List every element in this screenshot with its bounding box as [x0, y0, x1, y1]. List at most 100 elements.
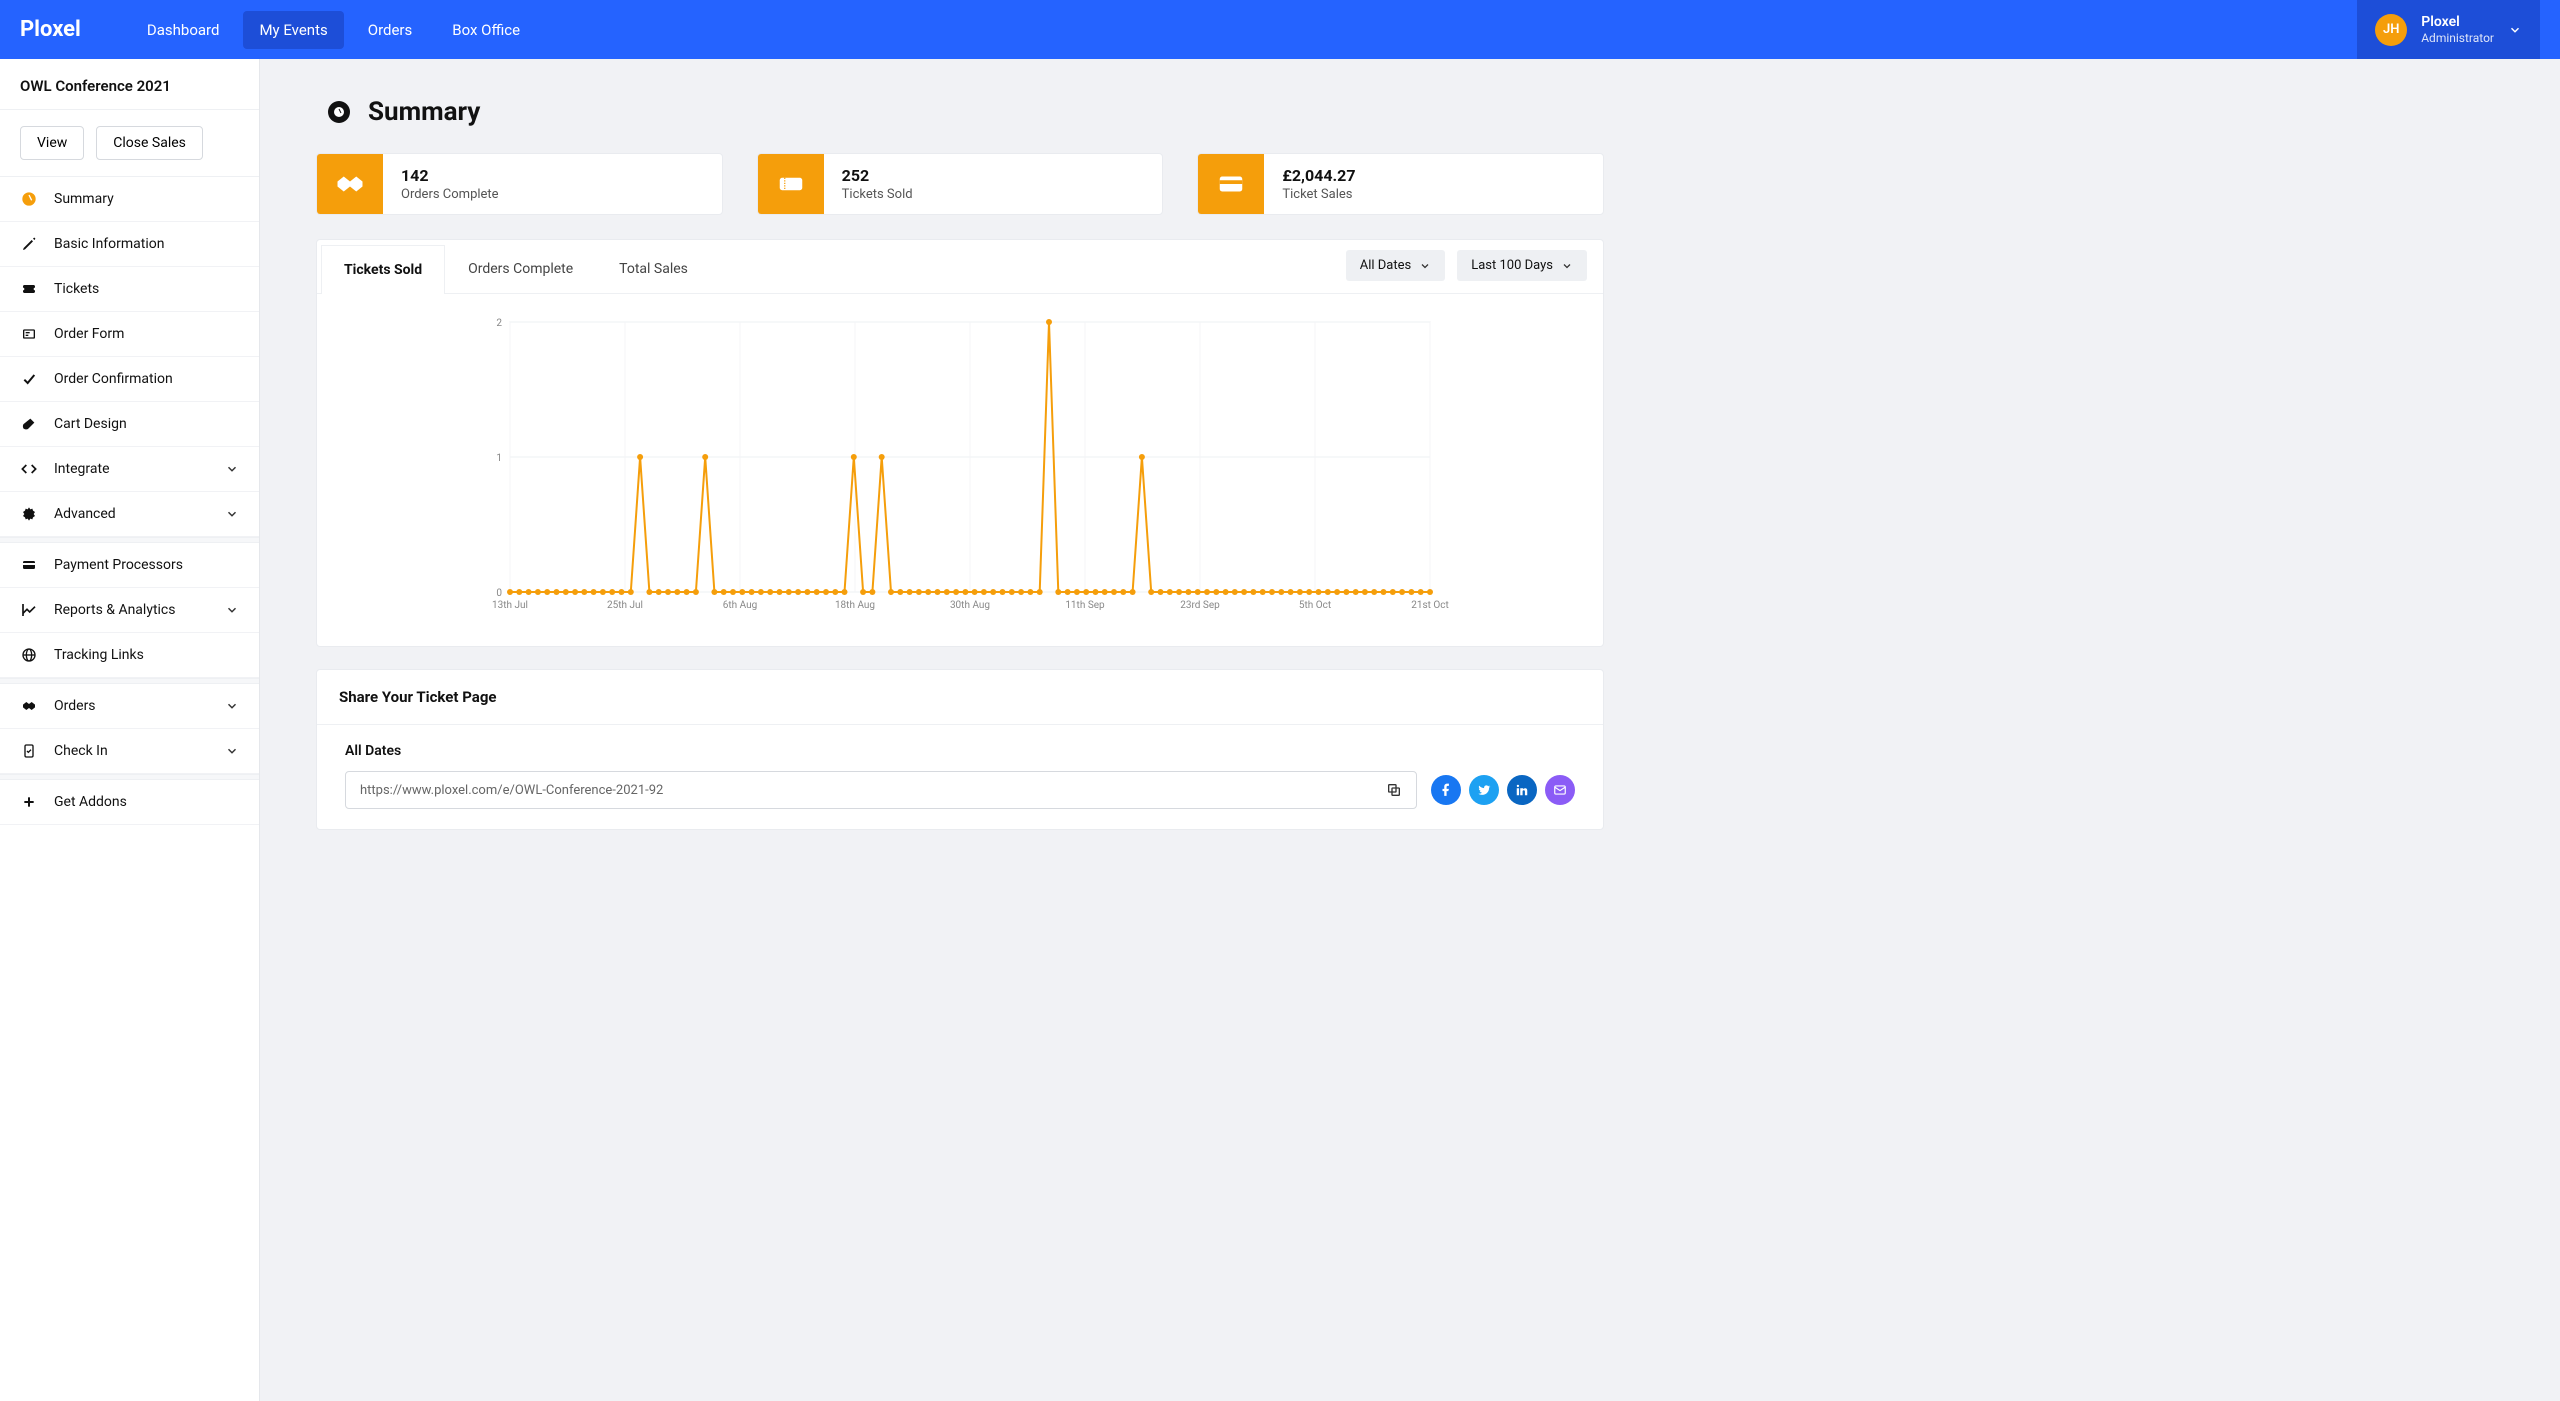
svg-text:18th Aug: 18th Aug: [835, 600, 875, 611]
share-row: https://www.ploxel.com/e/OWL-Conference-…: [345, 771, 1575, 809]
main-content: Summary 142 Orders Complete 252 Tickets Sol…: [260, 59, 1660, 1401]
stat-value: 142: [401, 166, 499, 185]
svg-text:25th Jul: 25th Jul: [607, 600, 643, 611]
sidebar-item-get-addons[interactable]: Get Addons: [0, 780, 259, 825]
svg-text:11th Sep: 11th Sep: [1065, 600, 1105, 611]
sidebar-item-reports-analytics[interactable]: Reports & Analytics: [0, 588, 259, 633]
chart-tab-total-sales[interactable]: Total Sales: [596, 244, 711, 293]
stat-value: £2,044.27: [1282, 166, 1355, 185]
chart-icon: [20, 601, 38, 619]
sidebar-item-tickets[interactable]: Tickets: [0, 267, 259, 312]
globe-icon: [20, 646, 38, 664]
chevron-down-icon: [1561, 260, 1573, 272]
nav-item-my-events[interactable]: My Events: [243, 11, 343, 49]
share-panel: Share Your Ticket Page All Dates https:/…: [316, 669, 1604, 830]
sidebar-item-basic-information[interactable]: Basic Information: [0, 222, 259, 267]
view-button[interactable]: View: [20, 126, 84, 160]
sidebar-item-orders[interactable]: Orders: [0, 684, 259, 729]
sidebar-item-order-confirmation[interactable]: Order Confirmation: [0, 357, 259, 402]
sidebar-item-label: Tracking Links: [54, 647, 144, 663]
check-icon: [20, 370, 38, 388]
card-icon: [20, 556, 38, 574]
linkedin-share-button[interactable]: [1507, 775, 1537, 805]
ticket-url-input[interactable]: https://www.ploxel.com/e/OWL-Conference-…: [345, 771, 1417, 809]
chevron-down-icon: [225, 699, 239, 713]
svg-text:6th Aug: 6th Aug: [723, 600, 757, 611]
sidebar-item-summary[interactable]: Summary: [0, 177, 259, 222]
stat-label: Orders Complete: [401, 187, 499, 202]
topbar: Ploxel DashboardMy EventsOrdersBox Offic…: [0, 0, 2560, 59]
avatar: JH: [2375, 14, 2407, 46]
sidebar-item-payment-processors[interactable]: Payment Processors: [0, 543, 259, 588]
event-title: OWL Conference 2021: [0, 59, 259, 110]
sidebar-item-check-in[interactable]: Check In: [0, 729, 259, 774]
nav-item-box-office[interactable]: Box Office: [436, 11, 536, 49]
handshake-icon: [317, 154, 383, 214]
stat-value: 252: [842, 166, 913, 185]
handshake-icon: [20, 697, 38, 715]
svg-text:30th Aug: 30th Aug: [950, 600, 990, 611]
plus-icon: [20, 793, 38, 811]
sidebar-item-integrate[interactable]: Integrate: [0, 447, 259, 492]
chart-tab-orders-complete[interactable]: Orders Complete: [445, 244, 596, 293]
sidebar-item-label: Cart Design: [54, 416, 127, 432]
user-role: Administrator: [2421, 31, 2494, 45]
email-share-button[interactable]: [1545, 775, 1575, 805]
nav-item-dashboard[interactable]: Dashboard: [131, 11, 236, 49]
brand-logo[interactable]: Ploxel: [20, 17, 81, 42]
share-panel-title: Share Your Ticket Page: [317, 670, 1603, 725]
facebook-share-button[interactable]: [1431, 775, 1461, 805]
sidebar-item-label: Get Addons: [54, 794, 127, 810]
checkin-icon: [20, 742, 38, 760]
range-filter-label: Last 100 Days: [1471, 258, 1553, 273]
chevron-down-icon: [1419, 260, 1431, 272]
chart-tabs: Tickets SoldOrders CompleteTotal Sales A…: [317, 240, 1603, 294]
chevron-down-icon: [2508, 23, 2522, 37]
sidebar-button-row: View Close Sales: [0, 110, 259, 177]
chart-area: 0 1 2 13th Jul 25th Jul 6th Aug 18th Aug 30th A…: [317, 294, 1603, 646]
dashboard-icon: [328, 101, 350, 123]
primary-nav: DashboardMy EventsOrdersBox Office: [131, 11, 536, 49]
stat-label: Ticket Sales: [1282, 187, 1355, 202]
svg-text:2: 2: [496, 318, 502, 329]
chart-panel: Tickets SoldOrders CompleteTotal Sales A…: [316, 239, 1604, 647]
sidebar-item-label: Payment Processors: [54, 557, 183, 573]
sidebar-item-advanced[interactable]: Advanced: [0, 492, 259, 537]
svg-text:1: 1: [496, 453, 502, 464]
chevron-down-icon: [225, 462, 239, 476]
sidebar-item-tracking-links[interactable]: Tracking Links: [0, 633, 259, 678]
brush-icon: [20, 415, 38, 433]
sidebar-item-label: Summary: [54, 191, 114, 207]
sidebar-item-cart-design[interactable]: Cart Design: [0, 402, 259, 447]
ticket-icon: [20, 280, 38, 298]
sidebar-item-label: Reports & Analytics: [54, 602, 176, 618]
close-sales-button[interactable]: Close Sales: [96, 126, 203, 160]
svg-text:13th Jul: 13th Jul: [492, 600, 528, 611]
date-filter-label: All Dates: [1360, 258, 1412, 273]
sidebar-item-label: Basic Information: [54, 236, 165, 252]
svg-text:0: 0: [496, 588, 502, 599]
stat-card-tickets-sold: 252 Tickets Sold: [757, 153, 1164, 215]
chevron-down-icon: [225, 507, 239, 521]
social-share: [1431, 775, 1575, 805]
range-filter[interactable]: Last 100 Days: [1457, 250, 1587, 281]
sidebar-item-label: Advanced: [54, 506, 116, 522]
svg-text:23rd Sep: 23rd Sep: [1180, 600, 1220, 611]
ticket-url-text: https://www.ploxel.com/e/OWL-Conference-…: [360, 783, 663, 798]
twitter-share-button[interactable]: [1469, 775, 1499, 805]
ticket-icon: [758, 154, 824, 214]
date-filter[interactable]: All Dates: [1346, 250, 1446, 281]
sidebar: OWL Conference 2021 View Close Sales Sum…: [0, 59, 260, 1401]
copy-icon[interactable]: [1386, 782, 1402, 798]
pencil-icon: [20, 235, 38, 253]
stat-card-ticket-sales: £2,044.27 Ticket Sales: [1197, 153, 1604, 215]
nav-item-orders[interactable]: Orders: [352, 11, 429, 49]
page-header: Summary: [316, 87, 1604, 153]
sidebar-item-label: Orders: [54, 698, 96, 714]
sidebar-item-order-form[interactable]: Order Form: [0, 312, 259, 357]
user-menu[interactable]: JH Ploxel Administrator: [2357, 0, 2540, 59]
code-icon: [20, 460, 38, 478]
stat-label: Tickets Sold: [842, 187, 913, 202]
chart-tab-tickets-sold[interactable]: Tickets Sold: [321, 245, 445, 294]
sidebar-list: Summary Basic Information TicketsOrder For…: [0, 177, 259, 825]
